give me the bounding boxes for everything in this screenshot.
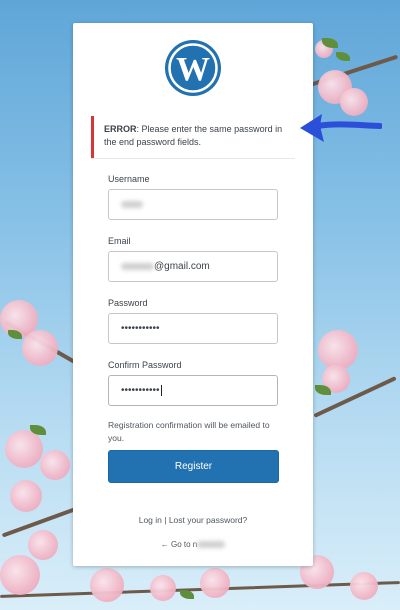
- confirm-password-value: •••••••••••: [121, 385, 160, 396]
- email-value: @gmail.com: [154, 261, 210, 272]
- back-to-site-label: ← Go to n: [160, 540, 198, 549]
- divider: [91, 158, 295, 159]
- link-separator: |: [161, 515, 169, 525]
- register-button[interactable]: Register: [108, 450, 279, 483]
- login-link[interactable]: Log in: [139, 515, 162, 525]
- password-label: Password: [108, 298, 148, 308]
- register-card: W ERROR: Please enter the same password …: [73, 23, 313, 566]
- confirm-password-label: Confirm Password: [108, 360, 182, 370]
- redacted-email: [121, 262, 154, 270]
- email-field[interactable]: @gmail.com: [108, 251, 278, 282]
- username-label: Username: [108, 174, 150, 184]
- username-field[interactable]: [108, 189, 278, 220]
- registration-note: Registration confirmation will be emaile…: [108, 420, 270, 443]
- footer-links: Log in | Lost your password?: [73, 515, 313, 525]
- back-to-site-link[interactable]: ← Go to n: [73, 540, 313, 549]
- password-field[interactable]: •••••••••••: [108, 313, 278, 344]
- confirm-password-field[interactable]: •••••••••••: [108, 375, 278, 406]
- lost-password-link[interactable]: Lost your password?: [169, 515, 247, 525]
- email-label: Email: [108, 236, 131, 246]
- error-label: ERROR: [104, 124, 137, 134]
- redacted-site-name: [197, 541, 226, 549]
- redacted-username: [121, 200, 143, 208]
- svg-text:W: W: [176, 51, 210, 88]
- annotation-arrow-icon: [300, 114, 382, 142]
- password-value: •••••••••••: [121, 323, 160, 334]
- text-cursor: [160, 384, 162, 396]
- error-notice: ERROR: Please enter the same password in…: [91, 116, 295, 158]
- wordpress-logo-icon[interactable]: W: [164, 39, 222, 97]
